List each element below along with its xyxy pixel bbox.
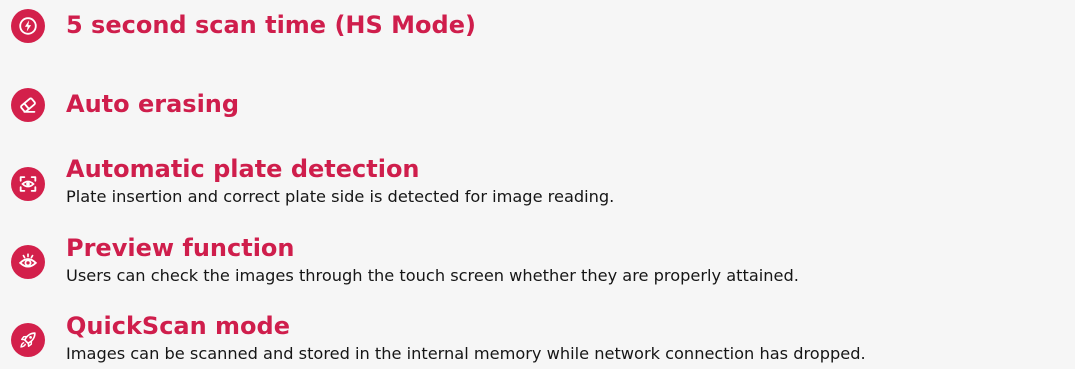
feature-description: Plate insertion and correct plate side i… xyxy=(66,187,615,206)
feature-description: Images can be scanned and stored in the … xyxy=(66,344,866,363)
feature-title: Preview function xyxy=(66,234,295,262)
eye-icon xyxy=(11,245,45,279)
lightning-icon xyxy=(11,9,45,43)
feature-title: Automatic plate detection xyxy=(66,155,420,183)
feature-title: 5 second scan time (HS Mode) xyxy=(66,11,476,39)
eye-scan-icon xyxy=(11,167,45,201)
rocket-icon xyxy=(11,323,45,357)
feature-description: Users can check the images through the t… xyxy=(66,266,799,285)
feature-title: Auto erasing xyxy=(66,90,240,118)
eraser-icon xyxy=(11,88,45,122)
feature-title: QuickScan mode xyxy=(66,312,291,340)
